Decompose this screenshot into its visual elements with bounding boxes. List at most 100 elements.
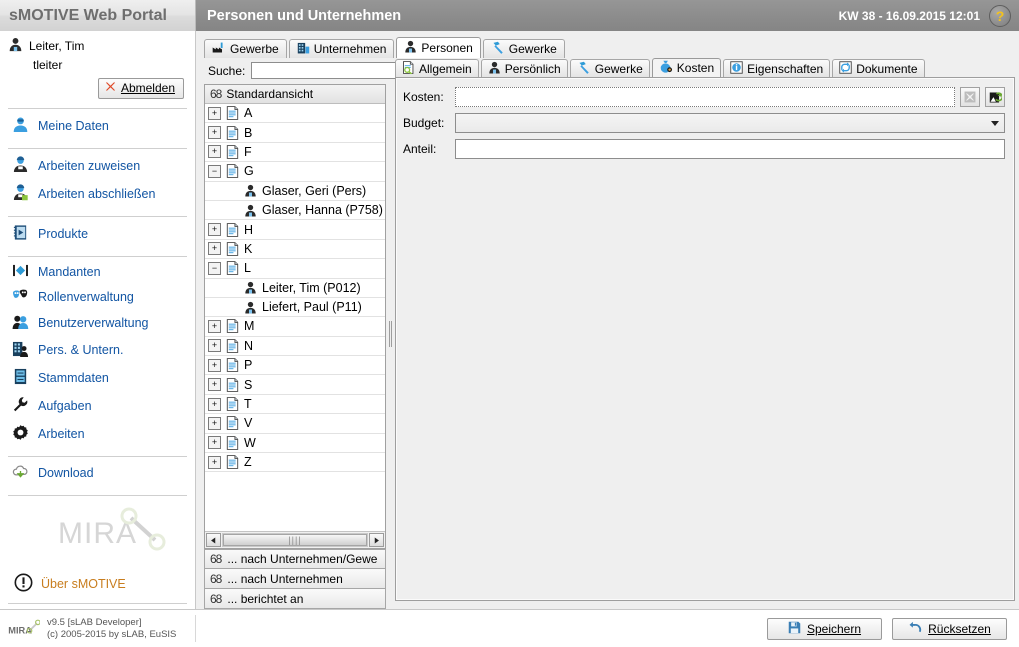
pick-button[interactable] xyxy=(985,87,1005,107)
tree-group-row[interactable]: + Z xyxy=(205,453,385,473)
sidebar-item-label: Mandanten xyxy=(38,264,101,279)
application-window: sMOTIVE Web Portal Personen und Unterneh… xyxy=(0,0,1019,647)
tree-group-row[interactable]: + N xyxy=(205,337,385,357)
tree-footer-button-2[interactable]: 68 ... berichtet an xyxy=(204,589,386,609)
clear-icon xyxy=(964,91,976,103)
detail-tab-kosten[interactable]: Kosten xyxy=(651,58,722,77)
detail-tab-pers-nlich[interactable]: Persönlich xyxy=(480,59,568,77)
expand-toggle-icon[interactable]: + xyxy=(208,242,221,256)
tree-group-row[interactable]: + T xyxy=(205,395,385,415)
expand-toggle-icon[interactable]: + xyxy=(208,126,221,140)
tree-group-row[interactable]: + W xyxy=(205,434,385,454)
sidebar-item-rollenverwaltung[interactable]: Rollenverwaltung xyxy=(0,284,195,310)
detail-tab-eigenschaften[interactable]: Eigenschaften xyxy=(723,59,831,77)
sidebar-item-stammdaten[interactable]: Stammdaten xyxy=(0,364,195,392)
kosten-input[interactable] xyxy=(455,87,955,107)
collapse-toggle-icon[interactable]: − xyxy=(208,261,221,275)
detail-tab-gewerke[interactable]: Gewerke xyxy=(569,59,650,77)
anteil-label: Anteil: xyxy=(403,142,437,156)
scroll-track[interactable]: |||| xyxy=(222,533,368,547)
person-icon xyxy=(404,40,417,56)
sidebar-item-mandanten[interactable]: Mandanten xyxy=(0,260,195,284)
expand-toggle-icon[interactable]: + xyxy=(208,436,221,450)
tree-footer-button-0[interactable]: 68 ... nach Unternehmen/Gewe xyxy=(204,549,386,569)
tree-view-header[interactable]: 68 Standardansicht xyxy=(205,85,385,104)
scroll-right-button[interactable] xyxy=(369,533,384,547)
detail-tab-allgemein[interactable]: Allgemein xyxy=(395,59,479,77)
sidebar-item-pers-untern[interactable]: Pers. & Untern. xyxy=(0,337,195,364)
footer-actions: Speichern Rücksetzen xyxy=(196,617,1019,640)
tree-node-label: T xyxy=(244,397,252,412)
reset-button[interactable]: Rücksetzen xyxy=(892,617,1007,640)
scroll-left-button[interactable] xyxy=(206,533,221,547)
tree-person-row[interactable]: Glaser, Hanna (P758) xyxy=(205,201,385,221)
form-row-kosten: Kosten: xyxy=(403,87,1005,107)
sidebar-item-produkte[interactable]: Produkte xyxy=(0,220,195,248)
detail-tab-label: Gewerke xyxy=(594,61,643,76)
tab-label: Unternehmen xyxy=(313,42,387,56)
tree-group-row[interactable]: + A xyxy=(205,104,385,124)
expand-toggle-icon[interactable]: + xyxy=(208,319,221,333)
tree-horizontal-scrollbar[interactable]: |||| xyxy=(205,531,385,548)
logout-button[interactable]: Abmelden xyxy=(97,78,184,99)
expand-toggle-icon[interactable]: + xyxy=(208,455,221,469)
tree-group-row[interactable]: + S xyxy=(205,375,385,395)
detail-panel: Allgemein Persönlich Gewerke Kosten Eigensc… xyxy=(395,58,1015,609)
help-button[interactable]: ? xyxy=(989,4,1011,27)
tree-person-row[interactable]: Leiter, Tim (P012) xyxy=(205,279,385,298)
detail-tab-dokumente[interactable]: Dokumente xyxy=(832,59,925,77)
person-icon xyxy=(244,281,257,294)
tree-group-row[interactable]: + P xyxy=(205,356,385,376)
expand-toggle-icon[interactable]: + xyxy=(208,223,221,237)
cloud-download-icon xyxy=(12,464,29,483)
tab-unternehmen[interactable]: Unternehmen xyxy=(288,39,395,58)
sidebar-item-aufgaben[interactable]: Aufgaben xyxy=(0,392,195,420)
collapse-toggle-icon[interactable]: − xyxy=(208,164,221,178)
tab-gewerke[interactable]: Gewerke xyxy=(482,39,565,58)
scroll-thumb[interactable]: |||| xyxy=(223,534,367,546)
panel-splitter[interactable] xyxy=(386,58,395,609)
expand-toggle-icon[interactable]: + xyxy=(208,106,221,120)
expand-toggle-icon[interactable]: + xyxy=(208,358,221,372)
expand-toggle-icon[interactable]: + xyxy=(208,397,221,411)
tree-group-row[interactable]: + H xyxy=(205,220,385,240)
tree-box: 68 Standardansicht + A + B + F − G Glaser, … xyxy=(204,84,386,549)
tree-group-row[interactable]: + K xyxy=(205,240,385,260)
sidebar-item-arbeiten[interactable]: Arbeiten xyxy=(0,420,195,448)
sidebar-item-benutzerverwaltung[interactable]: Benutzerverwaltung xyxy=(0,310,195,337)
expand-toggle-icon[interactable]: + xyxy=(208,339,221,353)
money-bag-icon xyxy=(659,60,673,76)
factory-icon xyxy=(212,42,226,56)
anteil-input[interactable] xyxy=(455,139,1005,159)
sidebar-item-download[interactable]: Download xyxy=(0,460,195,487)
sidebar-group-1: Arbeiten zuweisen Arbeiten abschließen xyxy=(0,149,195,211)
tree-group-row[interactable]: − G xyxy=(205,162,385,182)
expand-toggle-icon[interactable]: + xyxy=(208,145,221,159)
tree-person-row[interactable]: Liefert, Paul (P11) xyxy=(205,298,385,318)
detail-tab-label: Persönlich xyxy=(504,61,561,76)
tree-group-row[interactable]: − L xyxy=(205,259,385,279)
tab-personen[interactable]: Personen xyxy=(396,37,481,58)
tree-group-row[interactable]: + F xyxy=(205,143,385,163)
about-smotive-link[interactable]: Über sMOTIVE xyxy=(0,567,195,603)
expand-toggle-icon[interactable]: + xyxy=(208,416,221,430)
tree-group-row[interactable]: + B xyxy=(205,123,385,143)
tree-scroll-area[interactable]: + A + B + F − G Glaser, Geri (Pers) Glaser,… xyxy=(205,104,385,531)
documents-icon xyxy=(839,60,852,77)
tree-footer-button-1[interactable]: 68 ... nach Unternehmen xyxy=(204,569,386,589)
tab-gewerbe[interactable]: Gewerbe xyxy=(204,39,287,58)
sidebar-item-meine-daten[interactable]: Meine Daten xyxy=(0,112,195,140)
save-button[interactable]: Speichern xyxy=(767,617,882,640)
top-header: sMOTIVE Web Portal Personen und Unterneh… xyxy=(0,0,1019,31)
tree-person-row[interactable]: Glaser, Geri (Pers) xyxy=(205,182,385,201)
worker-complete-icon xyxy=(12,184,29,204)
sidebar-item-arbeiten-zuweisen[interactable]: Arbeiten zuweisen xyxy=(0,152,195,180)
tree-group-row[interactable]: + V xyxy=(205,414,385,434)
sidebar-item-arbeiten-abschliessen[interactable]: Arbeiten abschließen xyxy=(0,180,195,208)
tree-group-row[interactable]: + M xyxy=(205,317,385,337)
detail-form: Kosten: Budget: Anteil: xyxy=(395,77,1015,601)
budget-select[interactable] xyxy=(455,113,1005,133)
glasses-icon: 68 xyxy=(210,87,222,101)
expand-toggle-icon[interactable]: + xyxy=(208,378,221,392)
clear-button[interactable] xyxy=(960,87,980,107)
